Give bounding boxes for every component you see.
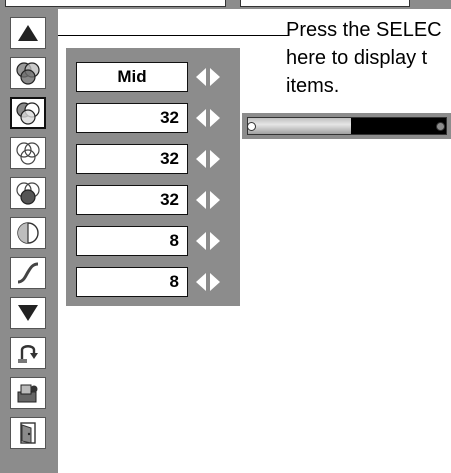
slider-fill — [248, 118, 351, 134]
slider-track[interactable] — [247, 117, 447, 135]
left-right-arrows[interactable] — [196, 109, 230, 127]
exit-button[interactable] — [10, 417, 46, 449]
callout-line-2: here to display t — [286, 47, 428, 69]
right-arrow-icon[interactable] — [210, 109, 220, 127]
callout-line-1: Press the SELEC — [286, 19, 442, 41]
left-arrow-icon[interactable] — [196, 68, 206, 86]
down-arrow-button[interactable] — [10, 297, 46, 329]
right-arrow-icon[interactable] — [210, 273, 220, 291]
level-slider[interactable] — [242, 113, 451, 139]
menu-field-right — [240, 0, 410, 7]
reset-icon — [18, 345, 38, 363]
contrast-icon — [17, 222, 39, 244]
left-arrow-icon[interactable] — [196, 109, 206, 127]
color-blend-half-button[interactable] — [10, 177, 46, 209]
contrast-button[interactable] — [10, 217, 46, 249]
left-arrow-icon[interactable] — [196, 150, 206, 168]
store-button[interactable] — [10, 377, 46, 409]
down-arrow-icon — [18, 305, 38, 321]
value-box: Mid — [76, 62, 188, 92]
slider-min-knob[interactable] — [247, 122, 256, 131]
icon-toolbar — [0, 9, 58, 473]
value-box: 32 — [76, 103, 188, 133]
value-box: 32 — [76, 144, 188, 174]
left-right-arrows[interactable] — [196, 273, 230, 291]
left-arrow-icon[interactable] — [196, 232, 206, 250]
callout-leader-line — [58, 35, 288, 36]
value-box: 8 — [76, 226, 188, 256]
gamma-curve-icon — [17, 262, 39, 284]
color-blend-outline-icon — [16, 142, 40, 165]
left-right-arrows[interactable] — [196, 232, 230, 250]
value-box: 32 — [76, 185, 188, 215]
adjust-row-2: 32 — [76, 103, 232, 133]
up-arrow-button[interactable] — [10, 17, 46, 49]
adjust-row-6: 8 — [76, 267, 232, 297]
right-arrow-icon[interactable] — [210, 68, 220, 86]
color-blend-selected-icon — [16, 102, 40, 125]
adjust-row-3: 32 — [76, 144, 232, 174]
menu-bar-strip — [0, 0, 451, 9]
left-right-arrows[interactable] — [196, 150, 230, 168]
right-arrow-icon[interactable] — [210, 232, 220, 250]
reset-button[interactable] — [10, 337, 46, 369]
gamma-curve-button[interactable] — [10, 257, 46, 289]
up-arrow-icon — [18, 25, 38, 41]
color-blend-half-icon — [16, 182, 40, 205]
adjust-row-4: 32 — [76, 185, 232, 215]
color-blend-selected-button[interactable] — [10, 97, 46, 129]
color-blend-icon — [16, 62, 40, 85]
left-right-arrows[interactable] — [196, 191, 230, 209]
color-blend-button[interactable] — [10, 57, 46, 89]
store-icon — [17, 384, 38, 403]
exit-icon — [20, 422, 36, 444]
adjust-row-1: Mid — [76, 62, 232, 92]
callout-text: Press the SELEC here to display t items. — [286, 16, 451, 100]
left-arrow-icon[interactable] — [196, 273, 206, 291]
adjustment-panel: Mid 32 32 32 8 8 — [66, 48, 240, 306]
left-arrow-icon[interactable] — [196, 191, 206, 209]
left-right-arrows[interactable] — [196, 68, 230, 86]
color-blend-outline-button[interactable] — [10, 137, 46, 169]
value-box: 8 — [76, 267, 188, 297]
adjust-row-5: 8 — [76, 226, 232, 256]
callout-line-3: items. — [286, 75, 340, 97]
menu-field-left — [5, 0, 226, 7]
right-arrow-icon[interactable] — [210, 150, 220, 168]
slider-max-knob[interactable] — [436, 122, 445, 131]
right-arrow-icon[interactable] — [210, 191, 220, 209]
